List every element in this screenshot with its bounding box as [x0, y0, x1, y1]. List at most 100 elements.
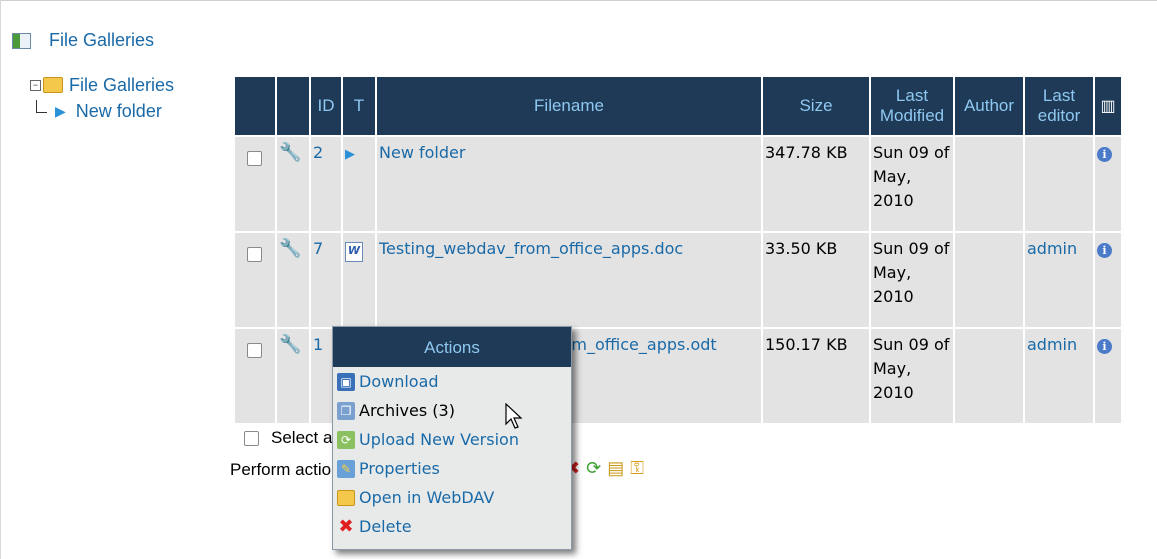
row-checkbox[interactable] [247, 247, 262, 262]
folder-icon [43, 77, 63, 93]
menu-item-properties[interactable]: ✎ Properties [333, 454, 571, 483]
bulk-action-icons: ✖ ⟳ ▤ ⚿ [565, 458, 644, 479]
actions-popup-menu: Actions ▣ Download ❐ Archives (3) ⟳ Uplo… [332, 326, 572, 550]
row-modified: Sun 09 of May, 2010 [873, 239, 950, 306]
row-filename[interactable]: New folder [379, 143, 465, 162]
row-checkbox-cell [233, 327, 277, 425]
row-id[interactable]: 7 [313, 239, 323, 258]
tree-item-root[interactable]: − File Galleries [30, 72, 174, 98]
row-author-cell [953, 135, 1025, 233]
row-checkbox-cell [233, 231, 277, 329]
left-border [0, 0, 1, 559]
header-last-editor[interactable]: Last editor [1023, 75, 1095, 137]
tree-child-label[interactable]: New folder [76, 98, 162, 124]
header-actions-col [275, 75, 311, 137]
row-id-cell: 2 [309, 135, 343, 233]
row-size: 347.78 KB [765, 143, 848, 162]
row-actions-cell: 🔧 [275, 135, 311, 233]
header-type[interactable]: T [341, 75, 377, 137]
header-checkbox-col [233, 75, 277, 137]
row-size-cell: 150.17 KB [761, 327, 871, 425]
pencil-icon: ✎ [337, 459, 355, 478]
info-icon[interactable]: i [1097, 147, 1112, 162]
floppy-disk-icon: ▣ [337, 372, 355, 391]
menu-item-label[interactable]: Archives (3) [359, 401, 455, 420]
refresh-bulk-icon[interactable]: ⟳ [586, 458, 601, 479]
row-id[interactable]: 1 [313, 335, 323, 354]
gallery-toggle-icon[interactable] [12, 32, 31, 49]
red-x-icon: ✖ [338, 515, 354, 537]
menu-item-download[interactable]: ▣ Download [333, 367, 571, 396]
word-doc-icon[interactable]: W [345, 242, 363, 262]
top-border [0, 0, 1157, 1]
tree-root-label[interactable]: File Galleries [69, 72, 174, 98]
header-filename[interactable]: Filename [375, 75, 763, 137]
info-icon[interactable]: i [1097, 339, 1112, 354]
header-columns[interactable]: ▥ [1093, 75, 1123, 137]
header-author[interactable]: Author [953, 75, 1025, 137]
collapse-icon[interactable]: − [30, 79, 41, 91]
menu-item-upload[interactable]: ⟳ Upload New Version [333, 425, 571, 454]
menu-item-label[interactable]: Download [359, 372, 439, 391]
row-checkbox[interactable] [247, 343, 262, 358]
wrench-icon[interactable]: 🔧 [279, 142, 301, 163]
row-info-cell: i [1093, 135, 1123, 233]
row-modified-cell: Sun 09 of May, 2010 [869, 327, 955, 425]
row-editor-cell: admin [1023, 231, 1095, 329]
menu-item-label[interactable]: Properties [359, 459, 440, 478]
row-size: 150.17 KB [765, 335, 848, 354]
row-info-cell: i [1093, 231, 1123, 329]
menu-item-delete[interactable]: ✖ Delete [333, 512, 571, 541]
move-bulk-icon[interactable]: ▤ [607, 458, 624, 479]
row-checkbox-cell [233, 135, 277, 233]
tree-connector [36, 99, 47, 113]
upload-icon: ⟳ [337, 430, 355, 449]
row-author-cell [953, 231, 1025, 329]
mouse-cursor-icon [505, 403, 523, 429]
header-id[interactable]: ID [309, 75, 343, 137]
menu-title: Actions [333, 327, 571, 367]
folder-icon [337, 489, 355, 506]
row-info-cell: i [1093, 327, 1123, 425]
row-editor[interactable]: admin [1027, 239, 1077, 258]
select-all-label[interactable]: Select all [271, 428, 340, 448]
row-filename-cell: New folder [375, 135, 763, 233]
menu-item-label[interactable]: Upload New Version [359, 430, 519, 449]
row-id-cell: 7 [309, 231, 343, 329]
table-row: 🔧 2 ▶ New folder 347.78 KB Sun 09 of May… [233, 135, 1123, 233]
row-size-cell: 33.50 KB [761, 231, 871, 329]
wrench-icon[interactable]: 🔧 [279, 334, 301, 355]
row-editor[interactable]: admin [1027, 335, 1077, 354]
wrench-icon[interactable]: 🔧 [279, 238, 301, 259]
menu-item-archives[interactable]: ❐ Archives (3) [333, 396, 571, 425]
row-modified-cell: Sun 09 of May, 2010 [869, 135, 955, 233]
page-header: File Galleries [12, 30, 154, 51]
page-title[interactable]: File Galleries [49, 30, 154, 51]
row-modified: Sun 09 of May, 2010 [873, 335, 950, 402]
select-all-checkbox[interactable] [244, 430, 259, 446]
row-type-cell: ▶ [341, 135, 377, 233]
select-all-row: Select all [244, 428, 340, 448]
key-bulk-icon[interactable]: ⚿ [630, 458, 644, 479]
header-last-modified[interactable]: Last Modified [869, 75, 955, 137]
menu-item-webdav[interactable]: Open in WebDAV [333, 483, 571, 512]
folder-arrow-icon[interactable]: ▶ [345, 147, 355, 162]
row-filename[interactable]: Testing_webdav_from_office_apps.doc [379, 239, 683, 258]
header-size[interactable]: Size [761, 75, 871, 137]
row-filename-cell: Testing_webdav_from_office_apps.doc [375, 231, 763, 329]
columns-icon[interactable]: ▥ [1100, 99, 1116, 115]
row-size-cell: 347.78 KB [761, 135, 871, 233]
row-editor-cell [1023, 135, 1095, 233]
info-icon[interactable]: i [1097, 243, 1112, 258]
folder-arrow-icon: ▶ [55, 103, 66, 119]
archives-icon: ❐ [337, 401, 355, 420]
menu-item-label[interactable]: Open in WebDAV [359, 488, 494, 507]
row-checkbox[interactable] [247, 151, 262, 166]
row-size: 33.50 KB [765, 239, 838, 258]
row-author-cell [953, 327, 1025, 425]
row-type-cell: W [341, 231, 377, 329]
menu-item-label[interactable]: Delete [359, 517, 412, 536]
tree-item-child[interactable]: ▶ New folder [30, 98, 174, 124]
row-id[interactable]: 2 [313, 143, 323, 162]
row-actions-cell: 🔧 [275, 327, 311, 425]
